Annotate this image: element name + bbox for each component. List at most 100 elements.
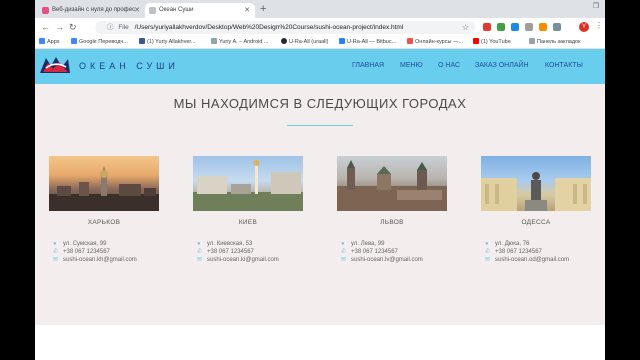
envelope-icon: ✉ <box>485 257 491 263</box>
email-link[interactable]: sushi-ocean.od@gmail.com <box>495 257 569 263</box>
email-row: ✉ sushi-ocean.lv@gmail.com <box>341 256 447 264</box>
address-row: ● ул. Киевская, 53 <box>197 240 303 248</box>
menu-kebab-icon[interactable]: ⋮ <box>595 21 603 30</box>
envelope-icon: ✉ <box>53 257 59 263</box>
email-row: ✉ sushi-ocean.ki@gmail.com <box>197 256 303 264</box>
phone-row: ✆ +38 067 1234567 <box>485 248 591 256</box>
kharkiv-photo <box>49 156 159 211</box>
phone-row: ✆ +38 067 1234567 <box>197 248 303 256</box>
map-marker-icon: ● <box>197 241 201 247</box>
back-arrow-icon[interactable]: ← <box>41 21 50 33</box>
forward-arrow-icon[interactable]: → <box>55 21 64 33</box>
bookmark-label: Apps <box>47 39 60 45</box>
email-link[interactable]: sushi-ocean.ki@gmail.com <box>207 257 279 263</box>
close-tab-icon[interactable]: ✕ <box>134 3 140 18</box>
phone-text[interactable]: +38 067 1234567 <box>63 249 110 255</box>
google-translate-icon <box>71 38 77 44</box>
heading-divider <box>287 125 353 126</box>
bookmark-facebook[interactable]: (1) Yuriy Allakhver... <box>139 36 196 48</box>
address-text: ул. Лева, 99 <box>351 241 385 247</box>
reload-icon[interactable]: ↻ <box>69 21 77 33</box>
bookmark-label: (1) YouTube <box>481 39 511 45</box>
bookmark-courses[interactable]: Онлайн-курсы —... <box>407 36 463 48</box>
next-section <box>35 325 605 360</box>
bookmark-label: Yuriy A. – Android ... <box>219 39 269 45</box>
brand-name[interactable]: ОКЕАН СУШИ <box>79 61 179 71</box>
map-marker-icon: ● <box>53 241 57 247</box>
browser-window: Веб-дизайн с нуля до профес ✕ Океан Суши… <box>35 0 605 360</box>
phone-row: ✆ +38 067 1234567 <box>53 248 159 256</box>
youtube-icon <box>473 38 479 44</box>
bookmark-android[interactable]: Yuriy A. – Android ... <box>211 36 269 48</box>
extension-translate-icon[interactable] <box>511 23 519 31</box>
extension-opera-icon[interactable] <box>483 23 491 31</box>
email-row: ✉ sushi-ocean.kh@gmail.com <box>53 256 159 264</box>
address-bar[interactable]: ⓘ File /Users/yuriyallakhverdov/Desktop/… <box>95 21 475 34</box>
phone-icon: ✆ <box>53 249 59 255</box>
profile-avatar[interactable]: Y <box>579 22 589 32</box>
bookmark-label: Онлайн-курсы —... <box>415 39 464 45</box>
city-card-lviv: ЛЬВОВ ● ул. Лева, 99 ✆ +38 067 1234567 ✉ su… <box>337 156 447 264</box>
phone-icon: ✆ <box>341 249 347 255</box>
envelope-icon: ✉ <box>341 257 347 263</box>
email-link[interactable]: sushi-ocean.lv@gmail.com <box>351 257 423 263</box>
map-marker-icon: ● <box>485 241 489 247</box>
bookmark-label: U-Ra-All — Bitbuc... <box>347 39 397 45</box>
nav-menu[interactable]: МЕНЮ <box>400 62 423 69</box>
address-text: ул. Дюка, 76 <box>495 241 530 247</box>
tab-strip: Веб-дизайн с нуля до профес ✕ Океан Суши… <box>35 0 605 18</box>
github-icon <box>281 38 287 44</box>
city-card-odesa: ОДЕССА ● ул. Дюка, 76 ✆ +38 067 1234567 ✉ s… <box>481 156 591 264</box>
address-text: ул. Киевская, 53 <box>207 241 253 247</box>
nav-about[interactable]: О НАС <box>438 62 460 69</box>
bitbucket-icon <box>339 38 345 44</box>
window-restore-icon[interactable]: ❐ <box>593 2 599 10</box>
envelope-icon: ✉ <box>197 257 203 263</box>
courses-icon <box>407 38 413 44</box>
tab-course[interactable]: Веб-дизайн с нуля до профес ✕ <box>38 3 145 18</box>
site-navbar: ОКЕАН СУШИ ГЛАВНАЯ МЕНЮ О НАС ЗАКАЗ ОНЛА… <box>35 49 605 84</box>
email-row: ✉ sushi-ocean.od@gmail.com <box>485 256 591 264</box>
extension-grey-icon[interactable] <box>525 23 533 31</box>
browser-toolbar: ← → ↻ ⓘ File /Users/yuriyallakhverdov/De… <box>35 18 605 37</box>
phone-icon: ✆ <box>197 249 203 255</box>
close-tab-icon[interactable]: ✕ <box>244 3 250 18</box>
apps-grid-icon <box>39 38 45 44</box>
info-icon[interactable]: ⓘ <box>103 24 114 31</box>
nav-home[interactable]: ГЛАВНАЯ <box>352 62 384 69</box>
course-favicon-icon <box>42 7 49 14</box>
phone-icon: ✆ <box>485 249 491 255</box>
bookmark-star-icon[interactable]: ☆ <box>462 21 469 34</box>
phone-text[interactable]: +38 067 1234567 <box>495 249 542 255</box>
bookmark-bitbucket[interactable]: U-Ra-All — Bitbuc... <box>339 36 396 48</box>
web-page: ОКЕАН СУШИ ГЛАВНАЯ МЕНЮ О НАС ЗАКАЗ ОНЛА… <box>35 49 605 360</box>
bookmark-github[interactable]: U-Ra-All (uraall) <box>281 36 328 48</box>
bookmarks-bar: Apps Google Переводч... (1) Yuriy Allakh… <box>35 36 605 49</box>
extension-green-icon[interactable] <box>497 23 505 31</box>
folder-icon <box>529 38 535 44</box>
bookmark-apps[interactable]: Apps <box>39 36 60 48</box>
bookmark-label: Google Переводч... <box>79 39 128 45</box>
bookmark-google-translate[interactable]: Google Переводч... <box>71 36 128 48</box>
extension-orange-icon[interactable] <box>539 23 547 31</box>
new-tab-button[interactable]: + <box>260 2 266 17</box>
email-link[interactable]: sushi-ocean.kh@gmail.com <box>63 257 137 263</box>
extension-settings-icon[interactable] <box>553 23 561 31</box>
sushi-logo-icon[interactable] <box>39 55 71 77</box>
kyiv-photo <box>193 156 303 211</box>
facebook-icon <box>139 38 145 44</box>
bookmark-label: U-Ra-All (uraall) <box>289 39 329 45</box>
bookmark-folder[interactable]: Панель закладок <box>529 36 581 48</box>
nav-contacts[interactable]: КОНТАКТЫ <box>545 62 583 69</box>
phone-text[interactable]: +38 067 1234567 <box>351 249 398 255</box>
page-favicon-icon <box>149 7 156 14</box>
bookmark-youtube[interactable]: (1) YouTube <box>473 36 511 48</box>
phone-text[interactable]: +38 067 1234567 <box>207 249 254 255</box>
bookmark-label: (1) Yuriy Allakhver... <box>147 39 196 45</box>
phone-row: ✆ +38 067 1234567 <box>341 248 447 256</box>
odesa-photo <box>481 156 591 211</box>
map-marker-icon: ● <box>341 241 345 247</box>
nav-order-online[interactable]: ЗАКАЗ ОНЛАЙН <box>475 62 529 69</box>
address-row: ● ул. Сумская, 99 <box>53 240 159 248</box>
tab-sushi[interactable]: Океан Суши ✕ <box>145 3 255 18</box>
